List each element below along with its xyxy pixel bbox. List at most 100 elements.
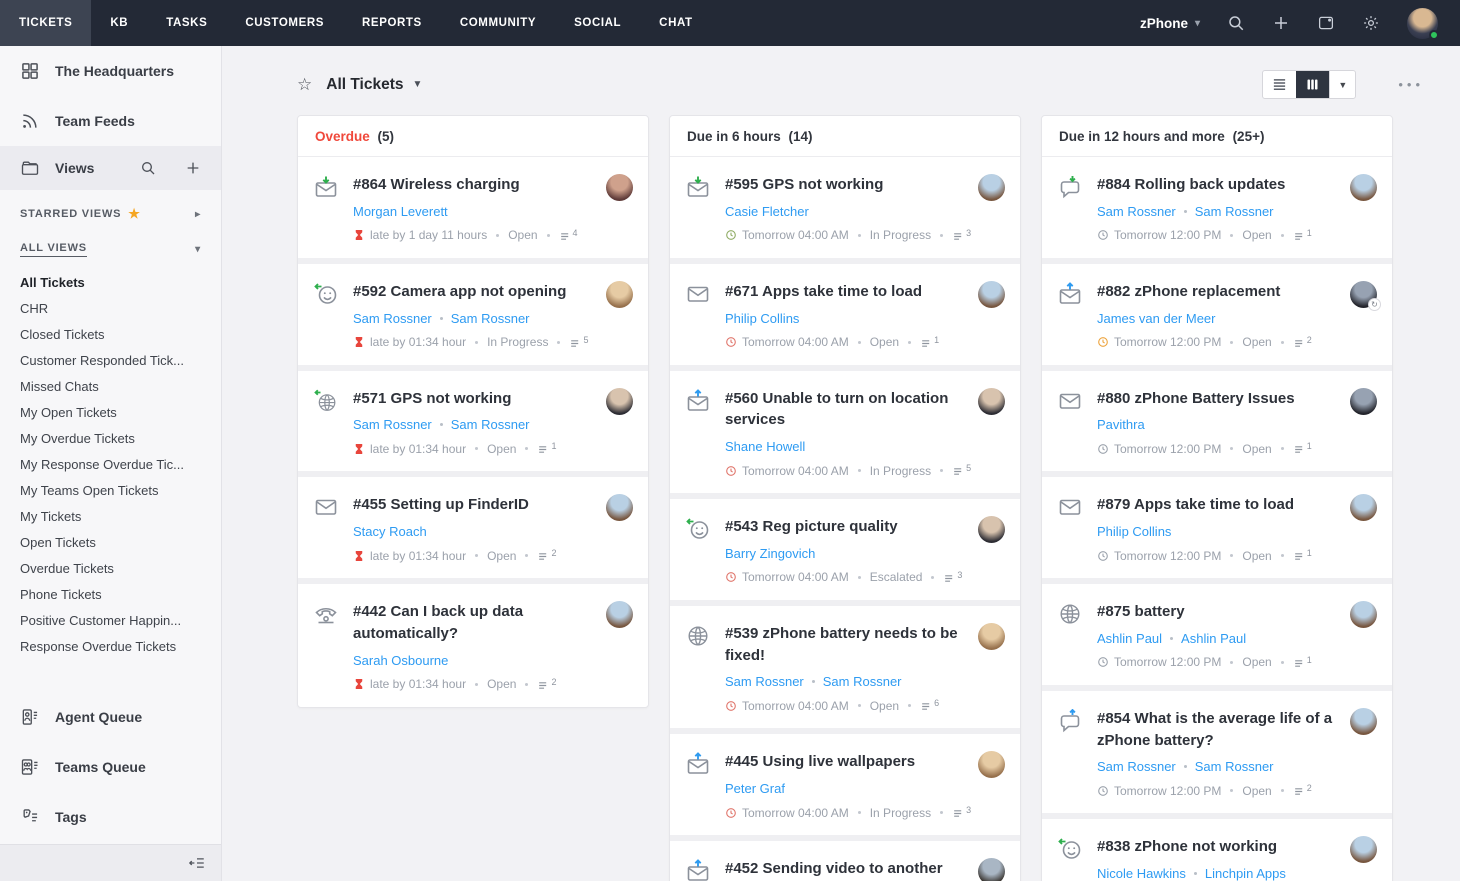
ticket-card[interactable]: #452 Sending video to another zPhone Raj… (670, 841, 1020, 881)
ticket-card[interactable]: #880 zPhone Battery Issues Pavithra Tomo… (1042, 371, 1392, 472)
ticket-card[interactable]: #864 Wireless charging Morgan Leverett l… (298, 157, 648, 258)
all-views-header[interactable]: ALL VIEWS ▾ (0, 226, 221, 261)
ticket-avatar[interactable] (978, 174, 1005, 201)
ticket-card[interactable]: #455 Setting up FinderID Stacy Roach lat… (298, 477, 648, 578)
contact-link[interactable]: Peter Graf (725, 781, 785, 796)
contact-link[interactable]: Pavithra (1097, 417, 1145, 432)
ticket-card[interactable]: #854 What is the average life of a zPhon… (1042, 691, 1392, 814)
nav-tab-tasks[interactable]: TASKS (147, 0, 226, 46)
add-icon[interactable] (1272, 14, 1290, 32)
thread-count[interactable]: 1 (1293, 228, 1312, 243)
contact-link[interactable]: Sam Rossner (823, 674, 902, 689)
view-item[interactable]: Positive Customer Happin... (0, 607, 221, 633)
ticket-card[interactable]: #879 Apps take time to load Philip Colli… (1042, 477, 1392, 578)
ticket-title[interactable]: #864 Wireless charging (353, 174, 632, 196)
ticket-card[interactable]: #442 Can I back up data automatically? S… (298, 584, 648, 707)
ticket-avatar[interactable] (606, 281, 633, 308)
list-view-button[interactable] (1263, 71, 1296, 98)
ticket-card[interactable]: #882 zPhone replacement James van der Me… (1042, 264, 1392, 365)
nav-tab-customers[interactable]: CUSTOMERS (226, 0, 343, 46)
contact-link[interactable]: Sam Rossner (451, 311, 530, 326)
ticket-title[interactable]: #560 Unable to turn on location services (725, 388, 1004, 432)
ticket-title[interactable]: #879 Apps take time to load (1097, 494, 1376, 516)
thread-count[interactable]: 2 (537, 677, 556, 692)
ticket-avatar[interactable] (1350, 601, 1377, 628)
thread-count[interactable]: 3 (943, 570, 962, 585)
ticket-card[interactable]: #445 Using live wallpapers Peter Graf To… (670, 734, 1020, 835)
ticket-avatar[interactable] (978, 388, 1005, 415)
user-avatar[interactable] (1407, 8, 1438, 39)
thread-count[interactable]: 5 (569, 335, 588, 350)
settings-gear-icon[interactable] (1362, 14, 1380, 32)
contact-link[interactable]: Philip Collins (1097, 524, 1171, 539)
sidebar-item-views[interactable]: Views (0, 146, 221, 190)
ticket-avatar[interactable] (1350, 174, 1377, 201)
thread-count[interactable]: 1 (1293, 655, 1312, 670)
ticket-avatar[interactable] (978, 623, 1005, 650)
view-item[interactable]: My Response Overdue Tic... (0, 451, 221, 477)
ticket-card[interactable]: #592 Camera app not opening Sam RossnerS… (298, 264, 648, 365)
nav-tab-chat[interactable]: CHAT (640, 0, 712, 46)
feedback-icon[interactable] (1317, 14, 1335, 32)
contact-link[interactable]: Ashlin Paul (1097, 631, 1162, 646)
search-views-icon[interactable] (140, 160, 156, 176)
thread-count[interactable]: 2 (537, 548, 556, 563)
chevron-right-icon[interactable]: ▸ (195, 209, 201, 220)
thread-count[interactable]: 2 (1293, 783, 1312, 798)
contact-link[interactable]: Sam Rossner (1097, 204, 1176, 219)
thread-count[interactable]: 3 (952, 805, 971, 820)
add-view-icon[interactable] (185, 160, 201, 176)
view-item[interactable]: Phone Tickets (0, 581, 221, 607)
chevron-down-icon[interactable]: ▾ (195, 244, 201, 255)
contact-link[interactable]: Sarah Osbourne (353, 653, 448, 668)
view-item[interactable]: Missed Chats (0, 373, 221, 399)
ticket-title[interactable]: #595 GPS not working (725, 174, 1004, 196)
star-outline-icon[interactable]: ☆ (297, 75, 312, 95)
contact-link[interactable]: Barry Zingovich (725, 546, 815, 561)
ticket-title[interactable]: #539 zPhone battery needs to be fixed! (725, 623, 1004, 667)
ticket-title[interactable]: #671 Apps take time to load (725, 281, 1004, 303)
thread-count[interactable]: 6 (920, 698, 939, 713)
contact-link[interactable]: Sam Rossner (1195, 759, 1274, 774)
view-item[interactable]: All Tickets (0, 269, 221, 295)
thread-count[interactable]: 1 (920, 335, 939, 350)
ticket-avatar[interactable] (1350, 388, 1377, 415)
thread-count[interactable]: 4 (559, 228, 578, 243)
contact-link[interactable]: Sam Rossner (1195, 204, 1274, 219)
ticket-title[interactable]: #880 zPhone Battery Issues (1097, 388, 1376, 410)
ticket-title[interactable]: #838 zPhone not working (1097, 836, 1376, 858)
ticket-card[interactable]: #875 battery Ashlin PaulAshlin Paul Tomo… (1042, 584, 1392, 685)
contact-link[interactable]: Sam Rossner (451, 417, 530, 432)
view-item[interactable]: Open Tickets (0, 529, 221, 555)
ticket-avatar[interactable] (1350, 708, 1377, 735)
ticket-title[interactable]: #543 Reg picture quality (725, 516, 1004, 538)
nav-tab-community[interactable]: COMMUNITY (441, 0, 555, 46)
ticket-avatar[interactable] (978, 516, 1005, 543)
thread-count[interactable]: 1 (1293, 441, 1312, 456)
ticket-card[interactable]: #560 Unable to turn on location services… (670, 371, 1020, 494)
contact-link[interactable]: Sam Rossner (1097, 759, 1176, 774)
nav-tab-kb[interactable]: KB (91, 0, 147, 46)
contact-link[interactable]: Nicole Hawkins (1097, 866, 1186, 881)
more-options-icon[interactable]: ••• (1398, 77, 1424, 92)
view-item[interactable]: Response Overdue Tickets (0, 633, 221, 659)
view-item[interactable]: Closed Tickets (0, 321, 221, 347)
sidebar-item-the-headquarters[interactable]: The Headquarters (0, 46, 221, 96)
sidebar-item-team-feeds[interactable]: Team Feeds (0, 96, 221, 146)
view-item[interactable]: My Open Tickets (0, 399, 221, 425)
contact-link[interactable]: Shane Howell (725, 439, 805, 454)
view-item[interactable]: My Tickets (0, 503, 221, 529)
chevron-down-icon[interactable]: ▼ (413, 79, 423, 90)
thread-count[interactable]: 5 (952, 463, 971, 478)
department-selector[interactable]: zPhone ▾ (1140, 16, 1200, 31)
ticket-title[interactable]: #854 What is the average life of a zPhon… (1097, 708, 1376, 752)
thread-count[interactable]: 2 (1293, 335, 1312, 350)
ticket-card[interactable]: #539 zPhone battery needs to be fixed! S… (670, 606, 1020, 729)
ticket-card[interactable]: #543 Reg picture quality Barry Zingovich… (670, 499, 1020, 600)
sidebar-item-tags[interactable]: Tags (0, 792, 221, 842)
contact-link[interactable]: Morgan Leverett (353, 204, 448, 219)
view-item[interactable]: My Teams Open Tickets (0, 477, 221, 503)
ticket-avatar[interactable] (978, 281, 1005, 308)
contact-link[interactable]: Sam Rossner (353, 417, 432, 432)
contact-link[interactable]: Philip Collins (725, 311, 799, 326)
